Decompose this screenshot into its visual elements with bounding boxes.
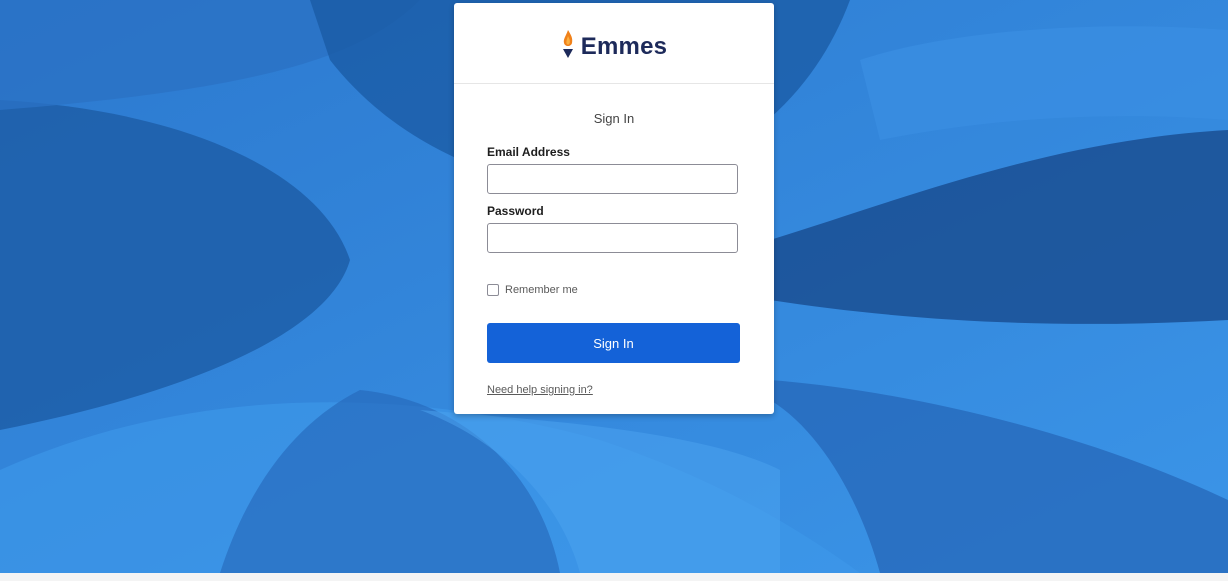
- remember-me-label[interactable]: Remember me: [505, 284, 578, 296]
- bottom-strip: [0, 573, 1228, 581]
- sign-in-form: Sign In Email Address Password Remember …: [454, 111, 774, 398]
- brand-name: Emmes: [580, 33, 668, 60]
- password-field[interactable]: [487, 223, 738, 253]
- sign-in-button[interactable]: Sign In: [487, 323, 740, 363]
- card-header: Emmes: [454, 3, 774, 84]
- brand-logo: Emmes: [561, 29, 667, 66]
- torch-flame-icon: [561, 29, 575, 66]
- password-label: Password: [487, 204, 544, 218]
- help-signing-in-link[interactable]: Need help signing in?: [487, 384, 593, 396]
- email-field[interactable]: [487, 164, 738, 194]
- sign-in-card: Emmes Sign In Email Address Password Rem…: [454, 3, 774, 414]
- checkbox-unchecked-icon[interactable]: [487, 284, 499, 296]
- remember-me-row[interactable]: Remember me: [487, 282, 741, 298]
- email-label: Email Address: [487, 145, 570, 159]
- form-title: Sign In: [593, 111, 635, 126]
